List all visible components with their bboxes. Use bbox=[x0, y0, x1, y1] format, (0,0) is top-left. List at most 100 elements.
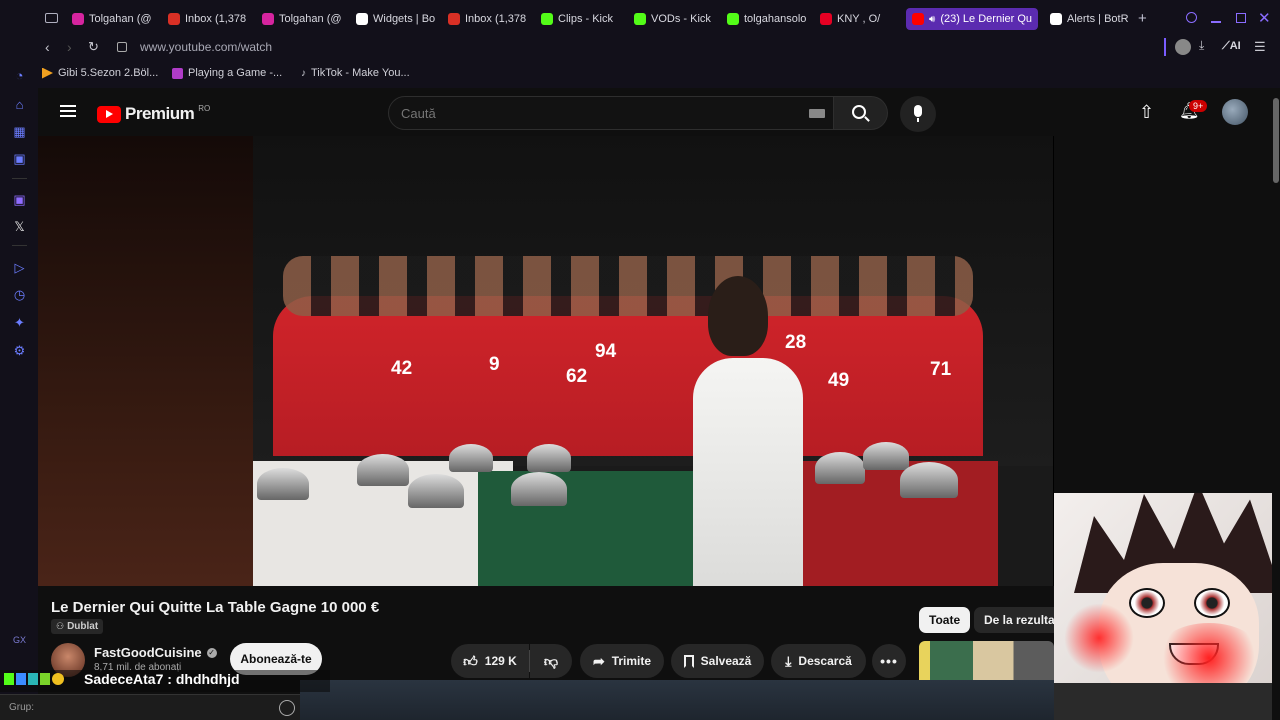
player-icon[interactable]: ▷ bbox=[12, 260, 27, 275]
upload-icon[interactable]: ⇧ bbox=[1139, 102, 1154, 123]
new-tab-button[interactable]: + bbox=[1138, 10, 1147, 27]
search-button[interactable] bbox=[834, 96, 888, 130]
forward-icon[interactable]: › bbox=[67, 39, 72, 55]
keyboard-icon[interactable] bbox=[809, 109, 825, 118]
tab-label: (23) Le Dernier Qu bbox=[940, 13, 1033, 25]
gx-corner-icon[interactable]: ▦ bbox=[12, 124, 27, 139]
guide-menu-icon[interactable] bbox=[60, 105, 76, 117]
tab-favicon-icon bbox=[168, 13, 180, 25]
jersey-number: 94 bbox=[595, 341, 617, 362]
cloche bbox=[357, 454, 409, 486]
sidebar-divider bbox=[12, 178, 27, 179]
tab-manager-icon[interactable] bbox=[45, 13, 58, 23]
profile-avatar-icon[interactable] bbox=[1175, 39, 1191, 55]
sidebar-toggle-divider bbox=[1164, 38, 1166, 56]
bookmark-item[interactable]: Playing a Game -... bbox=[172, 67, 282, 79]
close-window-button[interactable]: ✕ bbox=[1258, 9, 1271, 27]
downloads-icon[interactable]: ⤓ bbox=[1199, 38, 1204, 53]
browser-tab[interactable]: Widgets | Bo bbox=[356, 8, 436, 30]
scrollbar-thumb[interactable] bbox=[1273, 98, 1279, 183]
browser-tab[interactable]: tolgahansolo bbox=[727, 8, 807, 30]
browser-tab[interactable]: VODs - Kick bbox=[634, 8, 714, 30]
gx-badge: GX bbox=[13, 635, 27, 645]
tab-favicon-icon bbox=[912, 13, 924, 25]
tab-favicon-icon bbox=[634, 13, 646, 25]
minimize-button[interactable] bbox=[1211, 21, 1221, 23]
ai-label: AI bbox=[1229, 40, 1241, 52]
download-button[interactable]: ⤓ Descarcă bbox=[771, 644, 866, 678]
x-twitter-icon[interactable]: 𝕏 bbox=[12, 219, 27, 234]
history-icon[interactable]: ◷ bbox=[12, 287, 27, 302]
browser-tab[interactable]: Clips - Kick bbox=[541, 8, 621, 30]
tab-label: Clips - Kick bbox=[558, 13, 614, 25]
moderator-badge-icon bbox=[16, 673, 26, 685]
more-actions-button[interactable]: ••• bbox=[872, 644, 906, 678]
microphone-icon bbox=[914, 105, 922, 117]
chip-from-results[interactable]: De la rezultat bbox=[974, 607, 1054, 633]
share-button[interactable]: ➦ Trimite bbox=[580, 644, 664, 678]
settings-icon[interactable]: ⚙ bbox=[12, 343, 27, 358]
account-avatar[interactable] bbox=[1222, 99, 1248, 125]
bookmark-item[interactable]: Gibi 5.Sezon 2.Böl... bbox=[42, 67, 158, 79]
download-icon: ⤓ bbox=[785, 652, 792, 669]
youtube-play-icon bbox=[97, 105, 121, 123]
like-count: 129 K bbox=[484, 654, 517, 668]
related-video-thumbnail[interactable] bbox=[919, 641, 1054, 680]
dislike-button[interactable]: 👎︎ bbox=[530, 644, 572, 678]
browser-tab[interactable]: Inbox (1,378 bbox=[168, 8, 253, 30]
save-button[interactable]: Salvează bbox=[671, 644, 764, 678]
chip-all[interactable]: Toate bbox=[919, 607, 971, 633]
reload-icon[interactable]: ↻ bbox=[88, 39, 99, 55]
cloche bbox=[408, 474, 464, 508]
search-input[interactable] bbox=[401, 104, 791, 122]
browser-tab[interactable]: 🔊︎ (23) Le Dernier Qu bbox=[906, 8, 1038, 30]
stream-overlay-strip bbox=[300, 680, 1054, 720]
gx-cleaner-icon[interactable]: ▣ bbox=[12, 151, 27, 166]
browser-tab[interactable]: Tolgahan (@ bbox=[262, 8, 347, 30]
browser-tab[interactable]: Tolgahan (@ bbox=[72, 8, 157, 30]
person-voice-icon: ⚇ bbox=[56, 621, 65, 631]
tab-favicon-icon bbox=[727, 13, 739, 25]
voice-search-button[interactable] bbox=[900, 96, 936, 132]
thumbs-down-icon: 👎︎ bbox=[543, 652, 559, 669]
browser-tab[interactable]: Inbox (1,378 bbox=[448, 8, 533, 30]
avatar-clothing bbox=[1054, 683, 1280, 720]
tab-favicon-icon bbox=[820, 13, 832, 25]
search-box[interactable] bbox=[388, 96, 834, 130]
avatar-eye bbox=[1129, 588, 1165, 618]
menu-icon[interactable]: ☰ bbox=[1254, 39, 1266, 55]
maximize-button[interactable] bbox=[1236, 13, 1246, 23]
browser-tab[interactable]: Alerts | BotR bbox=[1050, 8, 1130, 30]
video-frame: 42 9 62 94 28 49 71 bbox=[253, 136, 1053, 586]
search-tabs-icon[interactable] bbox=[1186, 12, 1197, 23]
url-field[interactable]: www.youtube.com/watch bbox=[140, 40, 272, 54]
jersey-number: 62 bbox=[566, 366, 588, 387]
back-icon[interactable]: ‹ bbox=[45, 39, 50, 55]
ai-button[interactable]: ⟋AI bbox=[1222, 40, 1241, 53]
channel-name[interactable]: FastGoodCuisine ✓ bbox=[94, 645, 217, 660]
cloche bbox=[527, 444, 571, 472]
premium-label: Premium bbox=[125, 104, 195, 123]
extensions-icon[interactable]: ✦ bbox=[12, 315, 27, 330]
chat-badges bbox=[4, 673, 64, 685]
page-scrollbar[interactable] bbox=[1272, 88, 1280, 720]
thumbs-up-icon: 👍︎ bbox=[463, 652, 478, 669]
tab-label: Inbox (1,378 bbox=[185, 13, 247, 25]
youtube-logo[interactable]: Premium RO bbox=[97, 104, 210, 124]
send-icon[interactable] bbox=[279, 700, 295, 716]
speed-dial-icon[interactable]: ◔ bbox=[12, 68, 27, 83]
lock-icon bbox=[117, 42, 127, 52]
speaker-icon[interactable]: 🔊︎ bbox=[929, 14, 935, 25]
more-horiz-icon: ••• bbox=[880, 653, 898, 669]
gx-control-icon[interactable]: ⌂ bbox=[12, 97, 27, 112]
bookmark-item[interactable]: ♪ TikTok - Make You... bbox=[301, 67, 410, 79]
group-chat-input[interactable]: Grup: bbox=[0, 694, 300, 720]
browser-tab[interactable]: KNY , O/ bbox=[820, 8, 900, 30]
like-button[interactable]: 👍︎ 129 K bbox=[451, 644, 529, 678]
ambient-glow-left bbox=[38, 136, 253, 586]
tab-favicon-icon bbox=[72, 13, 84, 25]
kick-badge-icon bbox=[4, 673, 14, 685]
cloche bbox=[449, 444, 493, 472]
group-label: Grup: bbox=[9, 702, 35, 713]
twitch-icon[interactable]: ▣ bbox=[12, 192, 27, 207]
